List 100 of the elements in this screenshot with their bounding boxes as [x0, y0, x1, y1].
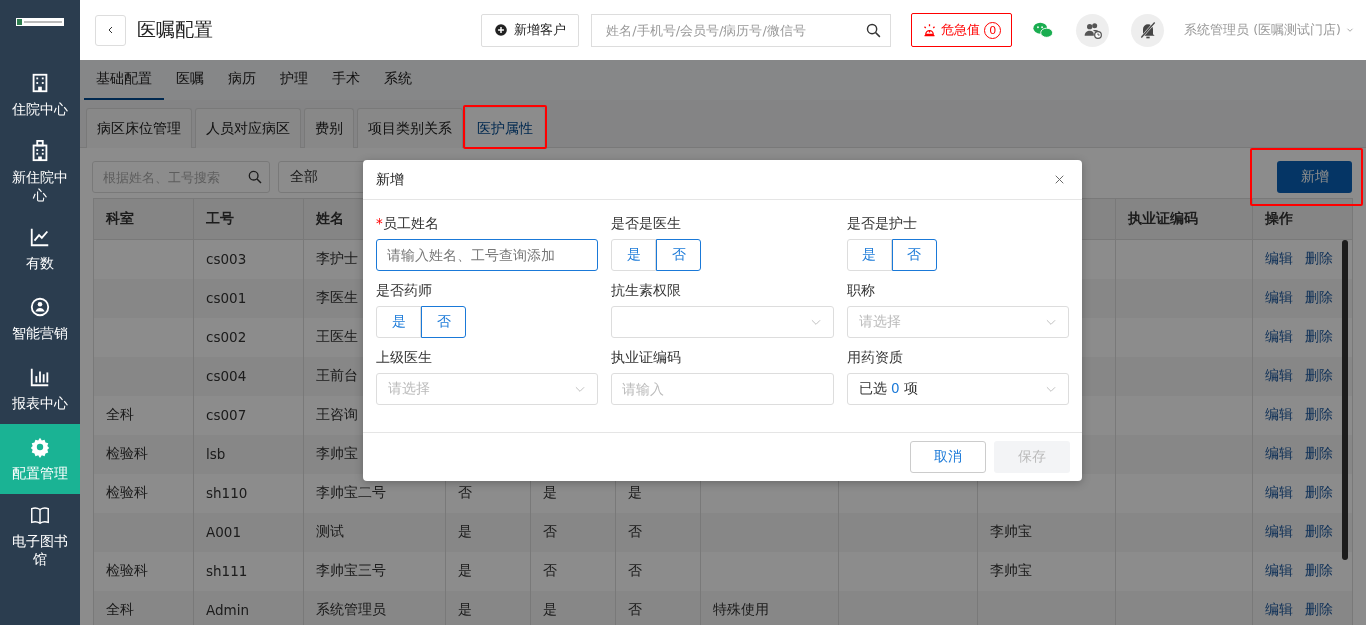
table-cell: lsb [193, 434, 304, 474]
field-label: 是否是护士 [846, 215, 918, 233]
action-link[interactable]: 编辑 [1265, 601, 1293, 617]
action-link[interactable]: 编辑 [1265, 250, 1293, 267]
table-cell: 是 [445, 590, 531, 625]
action-link[interactable]: 编辑 [1265, 367, 1293, 383]
action-link[interactable]: 编辑 [1265, 523, 1293, 539]
nav-item[interactable]: 新住院中心 [0, 130, 80, 214]
search-icon [247, 169, 263, 185]
alarm-light-icon [922, 22, 938, 38]
action-link[interactable]: 编辑 [1265, 484, 1293, 500]
field-label: 抗生素权限 [611, 282, 683, 300]
table-cell: 李帅宝三号 [303, 551, 446, 591]
table-cell: 是 [445, 512, 531, 552]
toggle-option[interactable]: 否 [656, 239, 702, 271]
tab[interactable]: 系统 [372, 60, 424, 100]
bell-off-button[interactable] [1131, 13, 1165, 47]
action-link[interactable]: 删除 [1305, 484, 1333, 500]
tab[interactable]: 手术 [320, 60, 372, 100]
field-label: 是否是医生 [611, 215, 683, 233]
nav-item[interactable]: 配置管理 [0, 424, 80, 494]
nav-item[interactable]: 有数 [0, 214, 80, 284]
tab[interactable]: 费别 [304, 108, 354, 148]
tab[interactable]: 项目类别关系 [357, 108, 463, 148]
group-clock-button[interactable] [1076, 13, 1110, 47]
cancel-button[interactable]: 取消 [910, 441, 986, 473]
table-cell: cs003 [193, 239, 304, 279]
table-cell: sh111 [193, 551, 304, 591]
action-link[interactable]: 删除 [1305, 523, 1333, 539]
new-customer-button[interactable]: 新增客户 [481, 13, 580, 47]
table-cell: 系统管理员 [303, 590, 446, 625]
table-cell: cs001 [193, 278, 304, 318]
alert-button[interactable]: 危急值 0 [911, 13, 1013, 47]
plus-circle-icon [494, 23, 509, 37]
input-field[interactable]: 请输入姓名、工号查询添加 [376, 239, 599, 271]
table-cell: A001 [193, 512, 304, 552]
dialog-title: 新增 [376, 170, 404, 189]
action-link[interactable]: 删除 [1305, 289, 1333, 305]
tab[interactable]: 病历 [216, 60, 268, 100]
toggle-option[interactable]: 否 [891, 239, 937, 271]
action-link[interactable]: 删除 [1305, 367, 1333, 383]
tab[interactable]: 医护属性 [466, 108, 544, 148]
action-link[interactable]: 删除 [1305, 250, 1333, 267]
logo-icon [16, 18, 64, 26]
table-cell: Admin [193, 590, 304, 625]
search-field[interactable]: 姓名/手机号/会员号/病历号/微信号 [591, 13, 892, 47]
bar-chart-icon [29, 366, 51, 388]
book-icon [29, 504, 51, 526]
search-icon [865, 21, 883, 39]
table-cell: 检验科 [93, 551, 194, 591]
table-cell: 特殊使用 [700, 590, 839, 625]
nav-item[interactable]: 电子图书馆 [0, 494, 80, 578]
tab[interactable]: 病区床位管理 [86, 108, 192, 148]
column-header: 工号 [193, 198, 304, 240]
nav-item[interactable]: 报表中心 [0, 354, 80, 424]
action-link[interactable]: 编辑 [1265, 445, 1293, 461]
page-title: 医嘱配置 [137, 17, 213, 42]
toggle-option[interactable]: 是 [376, 306, 421, 338]
scrollbar[interactable] [1342, 240, 1348, 560]
action-link[interactable]: 删除 [1305, 406, 1333, 422]
table-cell: 否 [615, 512, 701, 552]
action-link[interactable]: 编辑 [1265, 328, 1293, 344]
toggle-option[interactable]: 是 [611, 239, 657, 271]
table-cell: 全科 [93, 395, 194, 435]
user-menu[interactable]: 系统管理员 (医嘱测试门店) [1184, 21, 1355, 39]
nav-item[interactable]: 住院中心 [0, 60, 80, 130]
table-cell: cs007 [193, 395, 304, 435]
table-cell: 检验科 [93, 434, 194, 474]
tab[interactable]: 医嘱 [164, 60, 216, 100]
select-field[interactable]: 已选 0 项 [846, 373, 1069, 405]
toggle-option[interactable]: 否 [421, 306, 466, 338]
table-cell: 否 [530, 512, 616, 552]
table-cell: sh110 [193, 473, 304, 513]
table-cell: 否 [615, 551, 701, 591]
settings-icon [29, 436, 51, 458]
column-header: 操作 [1252, 198, 1353, 240]
action-link[interactable]: 删除 [1305, 445, 1333, 461]
select-field[interactable] [611, 306, 834, 338]
field-label: *员工姓名 [376, 215, 440, 233]
action-link[interactable]: 删除 [1305, 328, 1333, 344]
action-link[interactable]: 编辑 [1265, 406, 1293, 422]
action-link[interactable]: 编辑 [1265, 562, 1293, 578]
table-cell: 李帅宝 [977, 512, 1116, 552]
tab[interactable]: 护理 [268, 60, 320, 100]
field-label: 执业证编码 [611, 349, 683, 367]
close-icon [1053, 173, 1066, 186]
action-link[interactable]: 删除 [1305, 562, 1333, 578]
column-header: 执业证编码 [1115, 198, 1253, 240]
table-cell: 是 [445, 551, 531, 591]
action-link[interactable]: 删除 [1305, 601, 1333, 617]
table-cell: 检验科 [93, 473, 194, 513]
column-header: 科室 [93, 198, 194, 240]
field-label: 职称 [846, 282, 876, 300]
table-cell: 否 [530, 551, 616, 591]
table-cell: cs004 [193, 356, 304, 396]
tab[interactable]: 人员对应病区 [195, 108, 301, 148]
action-link[interactable]: 编辑 [1265, 289, 1293, 305]
toggle-option[interactable]: 是 [846, 239, 892, 271]
nav-item[interactable]: 智能营销 [0, 284, 80, 354]
add-button[interactable]: 新增 [1277, 161, 1352, 193]
